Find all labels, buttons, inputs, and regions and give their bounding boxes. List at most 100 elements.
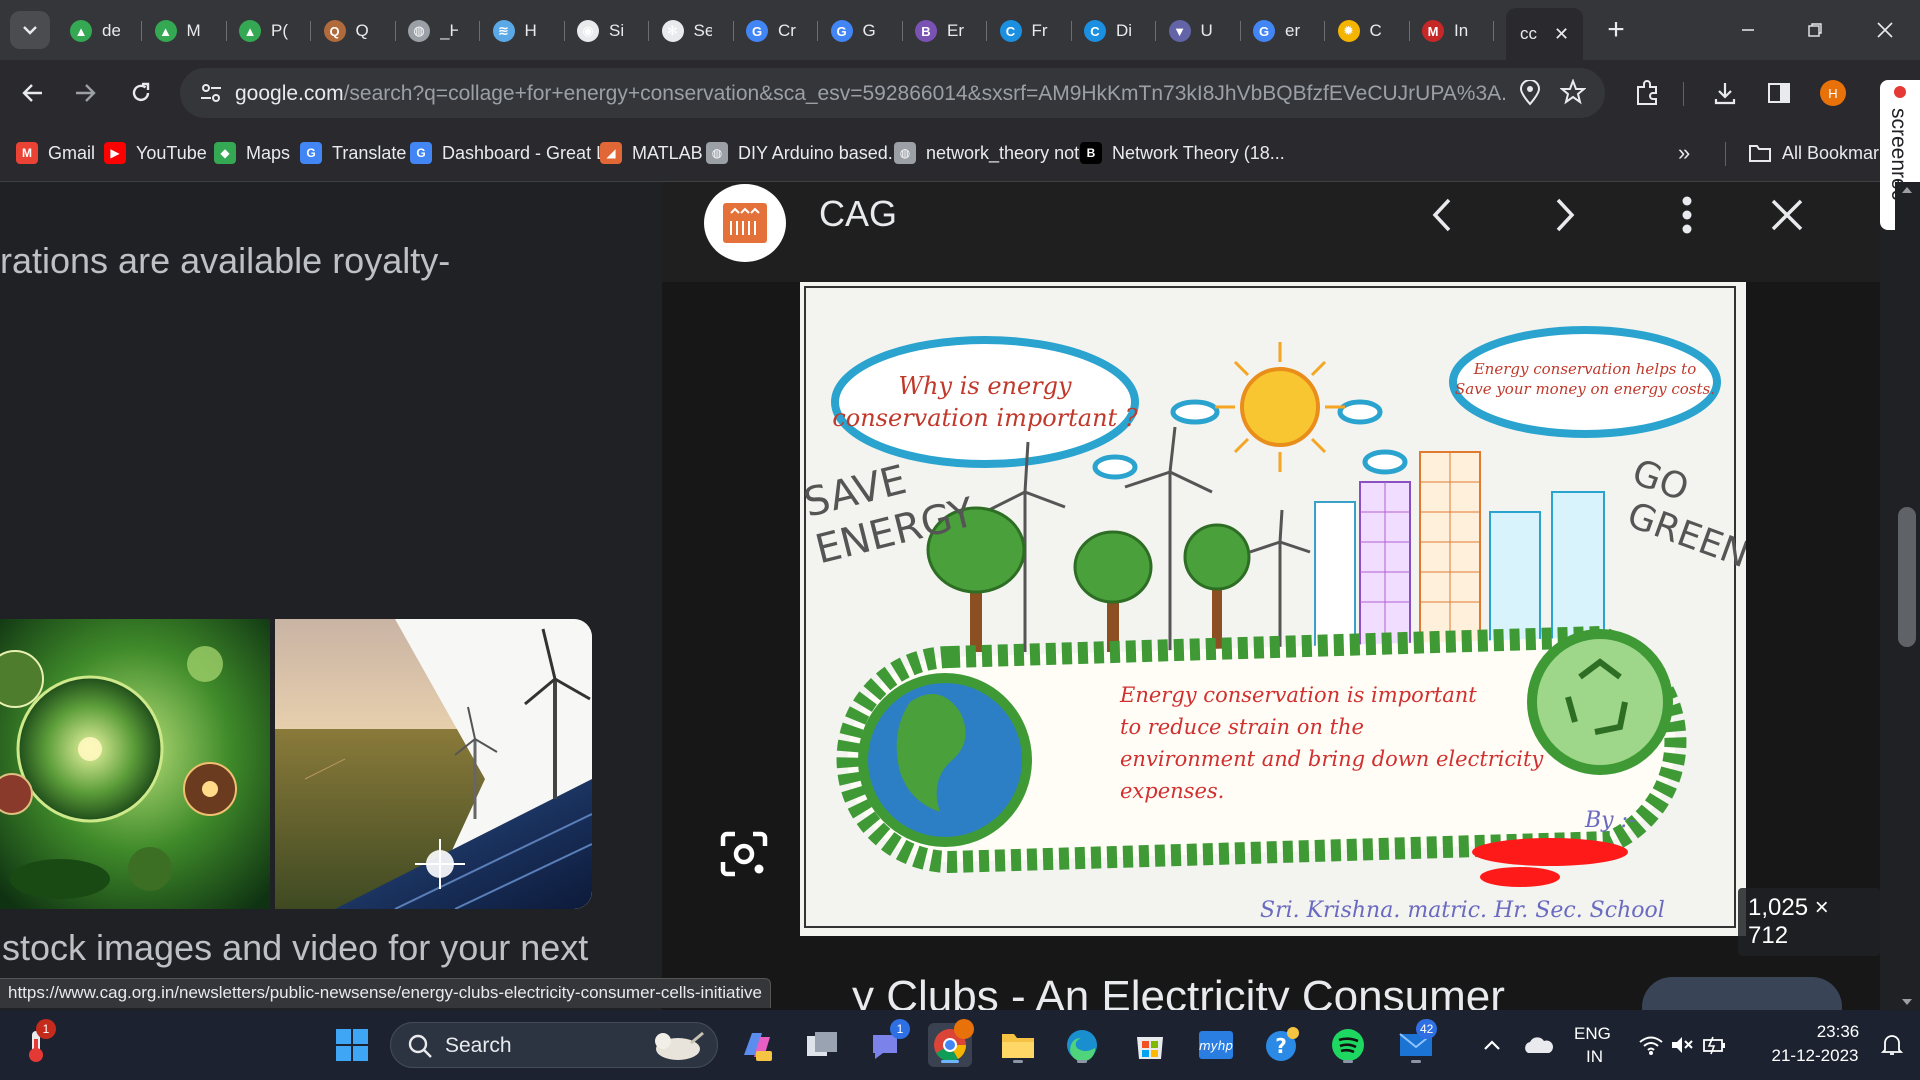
bookmark-item-8[interactable]: B Network Theory (18... [1080,138,1285,168]
task-view-icon [807,1032,837,1056]
file-explorer-button[interactable] [996,1023,1040,1067]
tab-7[interactable]: ✻ Se [650,12,734,50]
tab-label: _H [440,21,458,40]
myhp-button[interactable]: myhp [1194,1023,1238,1067]
url-text[interactable]: google.com/search?q=collage+for+energy+c… [235,82,1505,106]
bookmark-item-1[interactable]: ▶ YouTube [104,138,207,168]
location-button[interactable] [1518,79,1542,111]
spotify-button[interactable] [1326,1023,1370,1067]
next-image-button[interactable] [1540,190,1590,240]
clock-time[interactable]: 23:36 [1808,1022,1868,1042]
address-bar[interactable]: google.com/search?q=collage+for+energy+c… [180,68,1605,118]
site-info-button[interactable] [192,74,230,112]
bookmark-item-2[interactable]: ◆ Maps [214,138,290,168]
close-window-button[interactable] [1862,10,1908,50]
tab-9[interactable]: GG [819,12,903,50]
result-thumbnail-green-globe[interactable] [0,619,270,909]
teams-chat-button[interactable]: 1 [864,1019,910,1067]
result-snippet-top[interactable]: rations are available royalty- [0,240,450,282]
minimize-button[interactable] [1725,10,1771,50]
previous-image-button[interactable] [1417,190,1467,240]
weather-widget[interactable]: 1 [14,1019,58,1067]
tab-1[interactable]: ▲ M [143,12,227,50]
language-bottom[interactable]: IN [1586,1047,1603,1067]
new-tab-button[interactable]: + [1598,12,1634,48]
restore-button[interactable] [1792,10,1838,50]
tab-11[interactable]: C Fr [988,12,1072,50]
side-panel-button[interactable] [1760,74,1798,112]
scroll-up-icon[interactable] [1895,184,1920,196]
back-button[interactable] [14,74,52,112]
tab-0[interactable]: ▲ de [58,12,142,50]
visit-button[interactable] [1642,977,1842,1010]
bookmark-label: MATLAB [632,142,703,163]
scrollbar-thumb[interactable] [1898,507,1916,647]
tab-15[interactable]: ✹ C [1326,12,1410,50]
reload-button[interactable] [122,74,160,112]
bookmark-item-4[interactable]: G Dashboard - Great L... [410,138,621,168]
youtube-icon: ▶ [104,142,126,164]
google-lens-button[interactable] [714,824,774,884]
copilot-button[interactable] [734,1023,778,1067]
bookmark-item-5[interactable]: ◢ MATLAB [600,138,703,168]
microsoft-store-button[interactable] [1128,1023,1172,1067]
bookmark-item-7[interactable]: ◍ network_theory not... [894,138,1094,168]
download-icon [1714,83,1736,105]
tab-label: In [1454,21,1469,40]
more-options-button[interactable] [1662,190,1712,240]
notifications-button[interactable] [1870,1023,1914,1067]
search-results-page: rations are available royalty- stock ima… [0,182,1920,1010]
forward-button[interactable] [66,74,104,112]
tab-8[interactable]: G Cr [734,12,818,50]
tab-16[interactable]: M In [1410,12,1494,50]
bookmark-star-button[interactable] [1559,78,1587,110]
language-top[interactable]: ENG [1574,1024,1611,1044]
bookmark-item-3[interactable]: G Translate [300,138,406,168]
bookmarks-overflow-button[interactable]: » [1678,138,1690,168]
page-scrollbar[interactable] [1895,182,1920,1010]
tab-label: er [1285,21,1301,40]
tab-2[interactable]: ▲ P( [227,12,311,50]
tab-3[interactable]: QQ [312,12,396,50]
tab-close-icon[interactable]: ✕ [1554,24,1569,45]
tab-12[interactable]: C Di [1072,12,1156,50]
start-button[interactable] [330,1023,374,1067]
tab-active[interactable]: cc ✕ [1506,8,1583,60]
clock-date[interactable]: 21-12-2023 [1760,1046,1870,1066]
taskbar-search-box[interactable]: Search [390,1022,718,1068]
chrome-taskbar-button[interactable] [928,1019,974,1067]
chevron-left-icon [1432,198,1451,232]
downloads-button[interactable] [1706,74,1744,112]
scroll-down-icon[interactable] [1895,996,1920,1008]
extensions-button[interactable] [1628,74,1666,112]
bookmark-item-6[interactable]: ◍ DIY Arduino based... [706,138,903,168]
tab-14[interactable]: Ger [1241,12,1325,50]
myhp-icon: myhp [1199,1031,1233,1059]
tab-search-button[interactable] [10,11,50,49]
tab-10[interactable]: B Er [903,12,987,50]
tab-5[interactable]: ≋ H [481,12,565,50]
tab-13[interactable]: ▼ U [1157,12,1241,50]
source-name[interactable]: CAG [819,193,897,235]
tab-4[interactable]: ◍ _H [396,12,480,50]
all-bookmarks-button[interactable]: All Bookmar [1748,138,1879,168]
show-hidden-icons-button[interactable] [1470,1023,1514,1067]
preview-image[interactable]: Why is energy conservation important ? En… [800,282,1746,936]
battery-charging-icon [1703,1036,1725,1055]
source-logo[interactable] [704,184,786,262]
close-viewer-button[interactable] [1762,190,1812,240]
onedrive-button[interactable] [1516,1023,1560,1067]
profile-avatar[interactable]: H [1820,80,1846,106]
result-snippet-bottom[interactable]: stock images and video for your next [2,927,588,969]
folder-icon [1749,145,1771,162]
image-page-title[interactable]: y Clubs - An Electricity Consumer [852,972,1505,1010]
get-help-button[interactable]: ? [1260,1023,1304,1067]
bookmark-item-0[interactable]: M Gmail [16,138,95,168]
quick-settings-button[interactable] [1632,1023,1732,1067]
result-thumbnail-wind-solar[interactable] [275,619,592,909]
mail-button[interactable]: 42 [1394,1019,1438,1067]
search-placeholder: Search [445,1034,512,1057]
tab-6[interactable]: ◉ Si [565,12,649,50]
task-view-button[interactable] [800,1023,844,1067]
edge-button[interactable] [1060,1023,1104,1067]
